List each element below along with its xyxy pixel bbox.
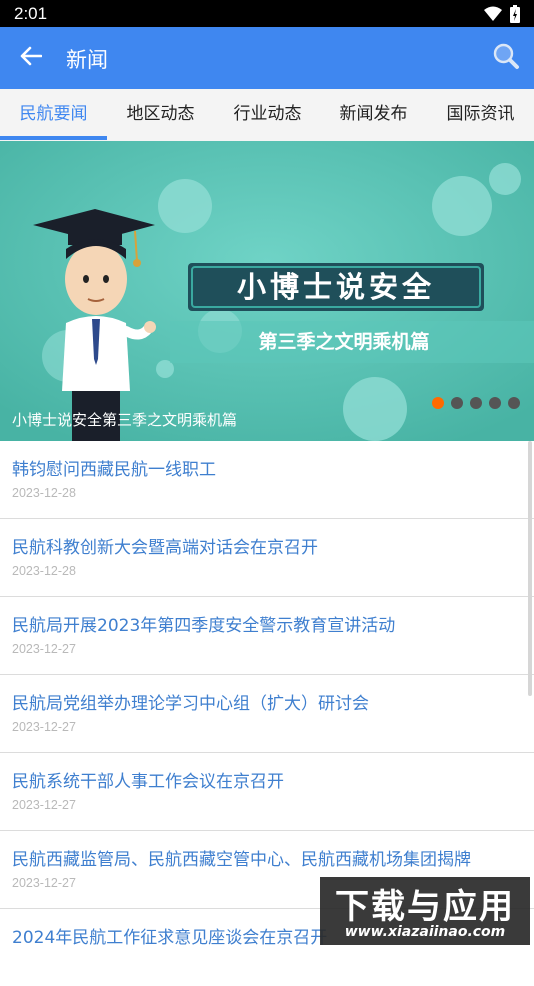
status-bar: 2:01 <box>0 0 534 27</box>
watermark-logo: 下载与应用 www.xiazaiinao.com <box>320 877 530 945</box>
news-title: 民航系统干部人事工作会议在京召开 <box>12 772 284 792</box>
news-date: 2023-12-27 <box>12 798 76 812</box>
news-date: 2023-12-27 <box>12 876 76 890</box>
page-title: 新闻 <box>66 48 108 72</box>
arrow-left-icon <box>20 46 43 70</box>
news-item[interactable]: 民航局党组举办理论学习中心组（扩大）研讨会 2023-12-27 <box>0 675 534 753</box>
news-date: 2023-12-27 <box>12 720 76 734</box>
news-title: 韩钧慰问西藏民航一线职工 <box>12 460 216 480</box>
tab-hangye-dongtai[interactable]: 行业动态 <box>214 89 321 141</box>
news-title: 民航局开展2023年第四季度安全警示教育宣讲活动 <box>12 616 396 636</box>
status-icons <box>484 5 520 27</box>
news-item[interactable]: 韩钧慰问西藏民航一线职工 2023-12-28 <box>0 441 534 519</box>
banner-carousel[interactable]: 小博士说安全 第三季之文明乘机篇 小博士说安全第三季之文明乘机篇 <box>0 141 534 441</box>
tab-diqu-dongtai[interactable]: 地区动态 <box>107 89 214 141</box>
category-tabs: 民航要闻 地区动态 行业动态 新闻发布 国际资讯 <box>0 89 534 142</box>
banner-headline: 小博士说安全 <box>236 270 435 304</box>
search-icon <box>492 42 520 74</box>
scrollbar[interactable] <box>528 441 532 696</box>
watermark-url: www.xiazaiinao.com <box>344 924 506 940</box>
tab-xinwen-fabu[interactable]: 新闻发布 <box>320 89 427 141</box>
news-date: 2023-12-27 <box>12 642 76 656</box>
wifi-icon <box>484 6 502 26</box>
news-title: 民航局党组举办理论学习中心组（扩大）研讨会 <box>12 694 369 714</box>
news-title: 民航西藏监管局、民航西藏空管中心、民航西藏机场集团揭牌 <box>12 850 471 870</box>
tab-minhang-yaowen[interactable]: 民航要闻 <box>0 89 107 141</box>
news-date: 2023-12-28 <box>12 486 76 500</box>
back-button[interactable] <box>16 43 46 73</box>
carousel-indicator <box>432 397 520 409</box>
carousel-dot[interactable] <box>451 397 463 409</box>
news-item[interactable]: 民航系统干部人事工作会议在京召开 2023-12-27 <box>0 753 534 831</box>
carousel-dot[interactable] <box>489 397 501 409</box>
news-title: 民航科教创新大会暨高端对话会在京召开 <box>12 538 318 558</box>
news-item[interactable]: 民航局开展2023年第四季度安全警示教育宣讲活动 2023-12-27 <box>0 597 534 675</box>
news-title: 2024年民航工作征求意见座谈会在京召开 <box>12 928 328 948</box>
carousel-dot[interactable] <box>508 397 520 409</box>
status-time: 2:01 <box>14 4 48 23</box>
carousel-dot[interactable] <box>432 397 444 409</box>
news-item[interactable]: 民航科教创新大会暨高端对话会在京召开 2023-12-28 <box>0 519 534 597</box>
banner-subhead: 第三季之文明乘机篇 <box>258 331 430 353</box>
banner-caption: 小博士说安全第三季之文明乘机篇 <box>12 411 238 429</box>
tab-guoji-zixun[interactable]: 国际资讯 <box>427 89 534 141</box>
carousel-dot[interactable] <box>470 397 482 409</box>
app-bar: 新闻 <box>0 27 534 89</box>
search-button[interactable] <box>490 42 522 74</box>
news-date: 2023-12-28 <box>12 564 76 578</box>
watermark-main: 下载与应用 <box>335 887 515 927</box>
battery-icon <box>510 5 520 27</box>
tab-indicator <box>0 136 107 140</box>
